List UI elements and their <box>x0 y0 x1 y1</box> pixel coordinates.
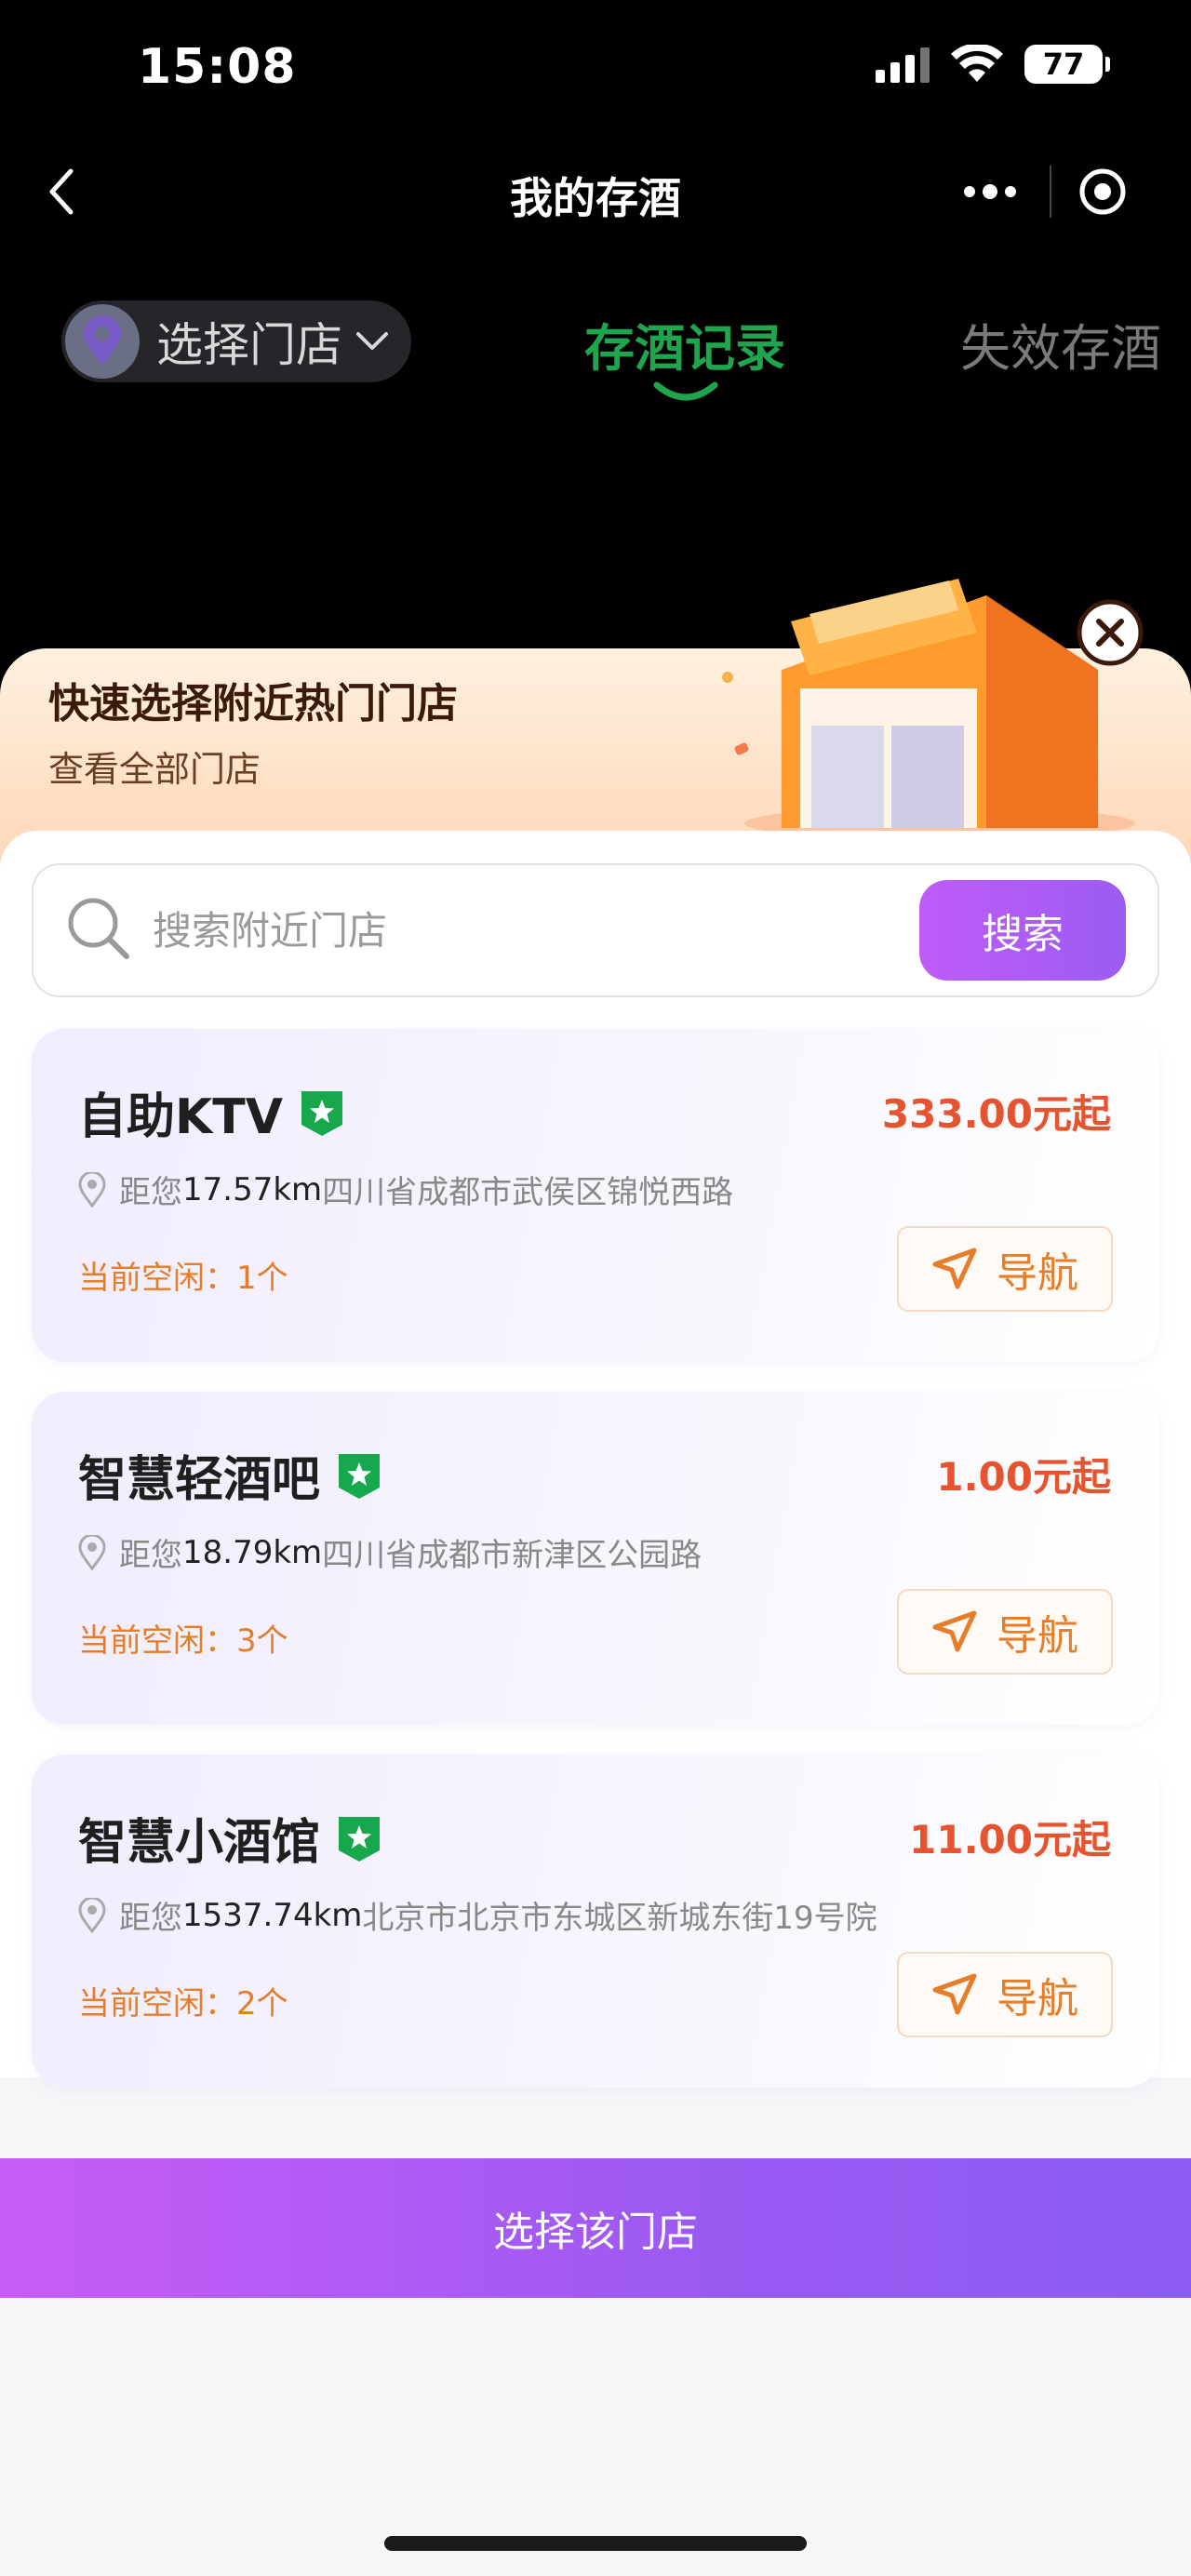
verified-badge-icon <box>301 1090 343 1136</box>
distance-prefix: 距您 <box>119 1537 182 1574</box>
battery-icon: 77 <box>1024 45 1110 84</box>
close-miniprogram-icon[interactable] <box>1051 158 1154 225</box>
distance-prefix: 距您 <box>119 1174 182 1211</box>
mini-program-capsule <box>930 158 1154 225</box>
navigate-button[interactable]: 导航 <box>897 1952 1113 2037</box>
store-selector[interactable]: 选择门店 <box>61 300 411 382</box>
view-all-stores-link[interactable]: 查看全部门店 <box>48 741 261 792</box>
verified-badge-icon <box>339 1453 381 1499</box>
store-distance: 1537.74km <box>182 1896 363 1934</box>
idle-count: 当前空闲：2个 <box>78 1985 288 2022</box>
home-indicator <box>384 2536 807 2551</box>
store-name-row: 智慧小酒馆 <box>78 1803 383 1873</box>
store-address: 距您 1537.74km 北京市北京市东城区新城东街19号院 <box>78 1892 877 1938</box>
location-pin-icon <box>65 304 140 379</box>
search-button[interactable]: 搜索 <box>919 880 1126 981</box>
store-name: 智慧小酒馆 <box>78 1815 321 1871</box>
wifi-icon <box>951 45 1003 82</box>
idle-count: 当前空闲：3个 <box>78 1622 288 1660</box>
status-time: 15:08 <box>138 39 297 95</box>
store-address-text: 四川省成都市武侯区锦悦西路 <box>322 1174 734 1211</box>
close-banner-icon[interactable] <box>1075 597 1145 668</box>
tab-expired-storage[interactable]: 失效存酒 <box>960 307 1161 380</box>
store-name-row: 智慧轻酒吧 <box>78 1440 383 1510</box>
chevron-down-icon <box>356 332 388 350</box>
store-price: 333.00元起 <box>881 1091 1111 1137</box>
search-icon <box>68 898 129 959</box>
store-name-row: 自助KTV <box>78 1077 346 1147</box>
store-price: 1.00元起 <box>936 1454 1111 1500</box>
navigation-arrow-icon <box>932 1248 977 1289</box>
store-card[interactable]: 智慧小酒馆 11.00元起 距您 1537.74km 北京市北京市东城区新城东街19… <box>32 1755 1159 2088</box>
select-store-button[interactable]: 选择该门店 <box>0 2158 1191 2298</box>
location-pin-icon <box>78 1171 106 1208</box>
more-icon[interactable] <box>930 158 1050 225</box>
store-selector-label: 选择门店 <box>156 318 342 372</box>
store-address: 距您 18.79km 四川省成都市新津区公园路 <box>78 1529 702 1575</box>
tab-active-indicator <box>653 381 718 401</box>
store-distance: 18.79km <box>182 1533 323 1571</box>
navigate-button[interactable]: 导航 <box>897 1226 1113 1312</box>
navigate-button[interactable]: 导航 <box>897 1589 1113 1675</box>
store-name: 自助KTV <box>78 1089 284 1145</box>
navigation-arrow-icon <box>932 1973 977 2015</box>
navigation-arrow-icon <box>932 1610 977 1652</box>
distance-prefix: 距您 <box>119 1900 182 1937</box>
verified-badge-icon <box>339 1816 381 1862</box>
store-distance: 17.57km <box>182 1170 323 1208</box>
banner-title: 快速选择附近热门门店 <box>48 680 458 727</box>
store-address-text: 北京市北京市东城区新城东街19号院 <box>362 1900 877 1937</box>
store-address: 距您 17.57km 四川省成都市武侯区锦悦西路 <box>78 1167 733 1212</box>
idle-count: 当前空闲：1个 <box>78 1260 288 1297</box>
navigate-label: 导航 <box>997 1975 1078 2022</box>
store-card[interactable]: 自助KTV 333.00元起 距您 17.57km 四川省成都市武侯区锦悦西路 当前… <box>32 1029 1159 1362</box>
battery-level: 77 <box>1042 47 1085 82</box>
store-address-text: 四川省成都市新津区公园路 <box>322 1537 703 1574</box>
location-pin-icon <box>78 1897 106 1933</box>
navigate-label: 导航 <box>997 1612 1078 1660</box>
store-name: 智慧轻酒吧 <box>78 1452 321 1508</box>
status-icons: 77 <box>876 45 1110 84</box>
store-price: 11.00元起 <box>909 1817 1111 1862</box>
search-input[interactable] <box>153 901 897 960</box>
store-card[interactable]: 智慧轻酒吧 1.00元起 距您 18.79km 四川省成都市新津区公园路 当前空闲：… <box>32 1392 1159 1725</box>
location-pin-icon <box>78 1534 106 1570</box>
navigate-label: 导航 <box>997 1249 1078 1297</box>
signal-icon <box>876 46 930 83</box>
tab-storage-records[interactable]: 存酒记录 <box>584 307 785 380</box>
